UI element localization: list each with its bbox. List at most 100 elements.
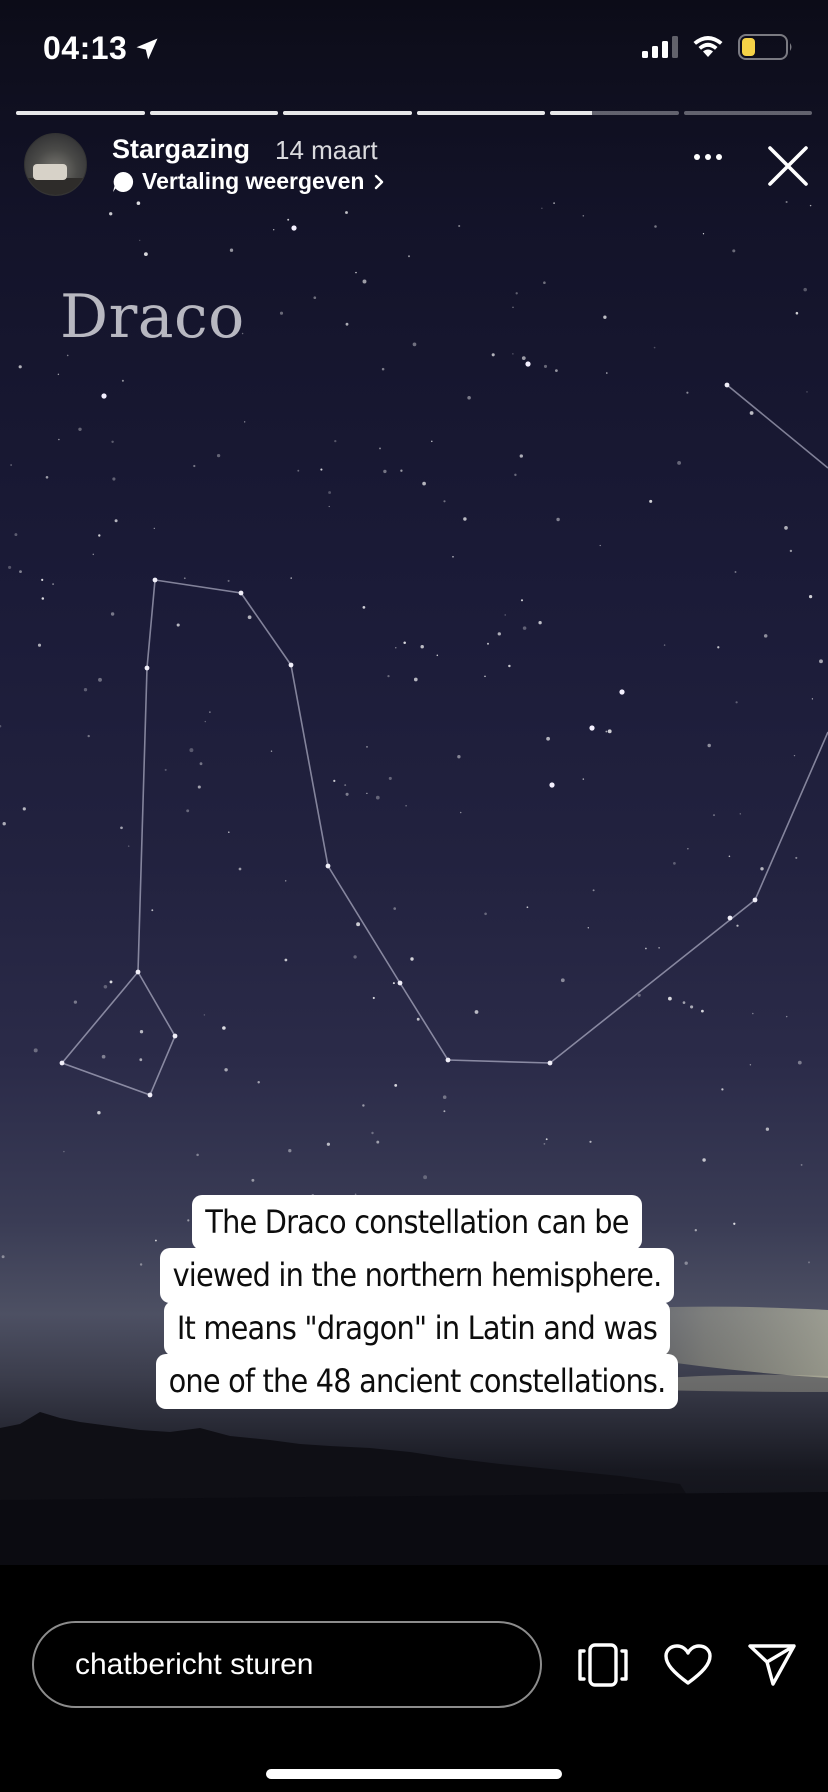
bright-star [525, 361, 531, 367]
star [87, 734, 90, 738]
star [229, 248, 234, 252]
star [153, 527, 155, 530]
star [687, 848, 689, 850]
like-button[interactable] [660, 1640, 716, 1690]
star [436, 654, 439, 657]
star [819, 659, 823, 664]
star [247, 615, 252, 620]
constellation-star [547, 1060, 553, 1066]
star [143, 252, 148, 257]
star [98, 677, 102, 682]
star [103, 985, 108, 989]
star [463, 517, 467, 521]
star [139, 1263, 143, 1266]
bright-star [291, 225, 297, 231]
star [353, 955, 357, 959]
star [712, 814, 716, 817]
constellation-star [288, 662, 294, 668]
share-screen-button[interactable] [575, 1640, 631, 1690]
more-options-button[interactable] [688, 142, 728, 172]
close-icon [768, 146, 808, 186]
star [582, 215, 585, 217]
heart-icon [664, 1644, 712, 1685]
constellation-star [59, 1060, 65, 1066]
star [279, 311, 284, 315]
message-input[interactable] [32, 1621, 542, 1708]
star [92, 553, 95, 556]
constellation-star [445, 1057, 451, 1063]
star [663, 644, 666, 646]
star [701, 1009, 704, 1013]
wifi-icon [693, 36, 723, 57]
star [408, 255, 410, 258]
star [732, 249, 736, 253]
constellation-star [238, 590, 244, 596]
star [749, 411, 754, 415]
translate-link[interactable]: Vertaling weergeven [112, 168, 386, 195]
star [66, 354, 69, 357]
send-button[interactable] [744, 1640, 800, 1690]
star [345, 211, 348, 214]
star [164, 768, 167, 771]
star [121, 379, 124, 382]
star [328, 491, 332, 494]
star [797, 1060, 802, 1065]
constellation-star [144, 665, 150, 671]
star [555, 369, 558, 372]
star [388, 776, 392, 780]
star [653, 346, 656, 349]
star [362, 279, 367, 284]
star [320, 468, 323, 471]
star [459, 811, 462, 814]
bright-star [619, 689, 625, 695]
star [603, 315, 607, 319]
star [800, 1163, 803, 1166]
location-arrow-icon [136, 38, 158, 59]
star [587, 927, 589, 929]
star [151, 909, 154, 912]
avatar[interactable] [24, 133, 87, 196]
star [138, 239, 141, 242]
star [139, 1058, 143, 1062]
star [733, 1222, 736, 1225]
star [366, 792, 368, 795]
star [658, 947, 660, 949]
avatar-ground [25, 178, 86, 195]
more-dot [694, 154, 700, 160]
star [637, 993, 641, 997]
star [176, 623, 180, 627]
star [682, 1001, 686, 1004]
star [543, 1143, 546, 1145]
progress-segment [683, 111, 812, 115]
star [484, 912, 487, 916]
star [806, 391, 808, 393]
star [553, 202, 555, 204]
close-button[interactable] [762, 140, 814, 192]
star [0, 724, 2, 728]
story-date: 14 maart [275, 135, 378, 165]
star [538, 621, 542, 625]
star [139, 1030, 144, 1034]
star [607, 729, 612, 734]
star [288, 1149, 292, 1153]
star [728, 855, 731, 858]
star [189, 748, 194, 753]
star [78, 427, 82, 432]
constellation-star [135, 969, 141, 975]
status-icons [642, 34, 794, 60]
story-author[interactable]: Stargazing [112, 134, 250, 165]
star [58, 438, 60, 441]
star [457, 755, 461, 759]
more-dot [716, 154, 722, 160]
star [556, 517, 560, 522]
star [37, 643, 42, 647]
constellation-star [727, 915, 733, 921]
star [452, 555, 454, 558]
star [686, 391, 689, 394]
star [371, 1131, 374, 1135]
star [52, 583, 55, 586]
star [522, 626, 527, 630]
star [752, 1012, 754, 1015]
star [127, 845, 130, 847]
star [101, 1054, 106, 1059]
